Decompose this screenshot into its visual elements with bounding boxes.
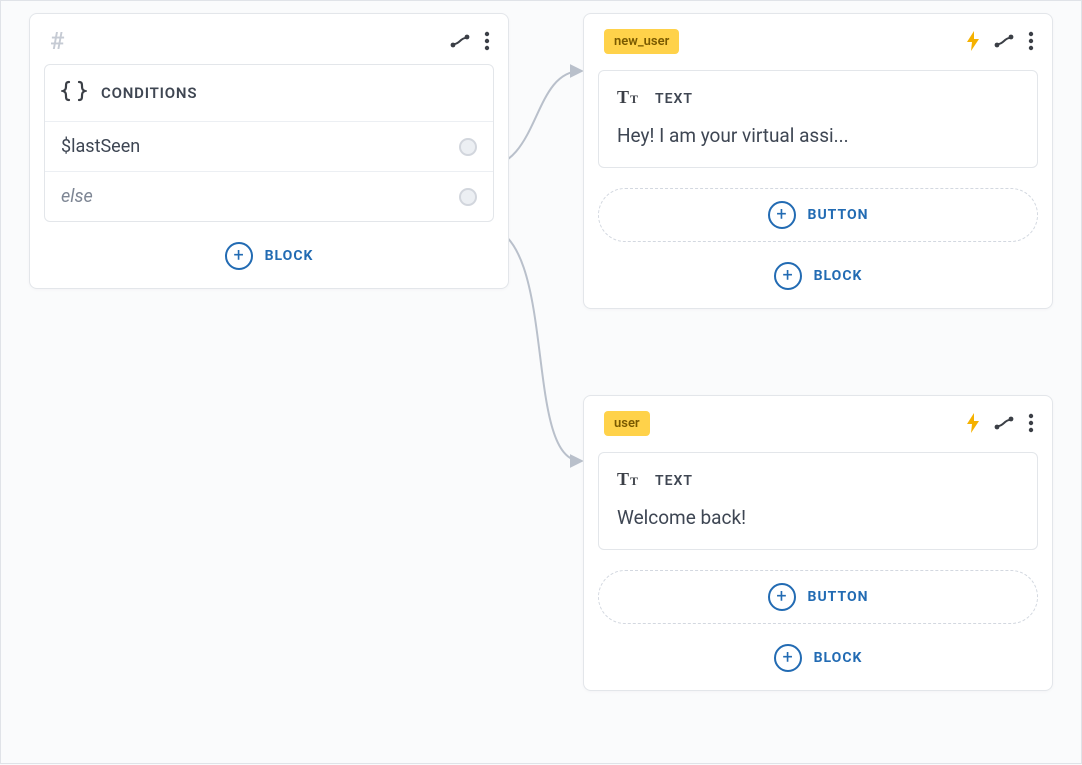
text-block-label: TEXT — [655, 91, 693, 107]
add-block-button[interactable]: + BLOCK — [44, 242, 494, 270]
output-port[interactable] — [459, 138, 477, 156]
text-content: Hey! I am your virtual assi... — [617, 123, 1019, 149]
text-content: Welcome back! — [617, 505, 1019, 531]
bolt-icon[interactable] — [966, 413, 980, 433]
add-button-label: BUTTON — [808, 589, 869, 605]
connector-icon[interactable] — [450, 34, 470, 48]
conditions-header: CONDITIONS — [45, 65, 493, 122]
add-button-button[interactable]: + BUTTON — [598, 570, 1038, 624]
plus-icon: + — [774, 262, 802, 290]
more-menu-icon[interactable] — [484, 31, 490, 51]
text-format-icon: TT — [617, 469, 643, 493]
node-header: user — [598, 412, 1038, 442]
svg-text:T: T — [630, 474, 638, 488]
text-block-header: TT TEXT — [617, 469, 1019, 493]
output-port[interactable] — [459, 188, 477, 206]
add-block-label: BLOCK — [814, 268, 863, 284]
svg-text:T: T — [630, 92, 638, 106]
connector-icon[interactable] — [994, 34, 1014, 48]
svg-text:T: T — [617, 87, 629, 107]
text-block[interactable]: TT TEXT Welcome back! — [598, 452, 1038, 550]
bolt-icon[interactable] — [966, 31, 980, 51]
node-header: new_user — [598, 30, 1038, 60]
hash-icon: # — [50, 27, 64, 55]
add-button-label: BUTTON — [808, 207, 869, 223]
plus-icon: + — [774, 644, 802, 672]
text-block-header: TT TEXT — [617, 87, 1019, 111]
more-menu-icon[interactable] — [1028, 31, 1034, 51]
condition-row-else[interactable]: else — [45, 172, 493, 221]
more-menu-icon[interactable] — [1028, 413, 1034, 433]
conditions-node[interactable]: # CONDITIONS $lastSeen else + BLOCK — [29, 13, 509, 289]
state-tag[interactable]: new_user — [604, 29, 679, 54]
add-block-button[interactable]: + BLOCK — [598, 262, 1038, 290]
condition-text: else — [61, 186, 93, 207]
plus-icon: + — [225, 242, 253, 270]
plus-icon: + — [768, 201, 796, 229]
add-block-label: BLOCK — [265, 248, 314, 264]
add-button-button[interactable]: + BUTTON — [598, 188, 1038, 242]
add-block-label: BLOCK — [814, 650, 863, 666]
condition-text: $lastSeen — [61, 136, 140, 157]
state-node-user[interactable]: user TT TEXT Welcome back! + BUTTON + BL… — [583, 395, 1053, 691]
text-block[interactable]: TT TEXT Hey! I am your virtual assi... — [598, 70, 1038, 168]
braces-icon — [61, 79, 87, 107]
conditions-block[interactable]: CONDITIONS $lastSeen else — [44, 64, 494, 222]
svg-text:T: T — [617, 469, 629, 489]
state-node-new-user[interactable]: new_user TT TEXT Hey! I am your virtual … — [583, 13, 1053, 309]
state-tag[interactable]: user — [604, 411, 650, 436]
add-block-button[interactable]: + BLOCK — [598, 644, 1038, 672]
text-block-label: TEXT — [655, 473, 693, 489]
conditions-label: CONDITIONS — [101, 84, 197, 102]
connector-icon[interactable] — [994, 416, 1014, 430]
plus-icon: + — [768, 583, 796, 611]
condition-row-lastseen[interactable]: $lastSeen — [45, 122, 493, 172]
node-header: # — [44, 30, 494, 60]
text-format-icon: TT — [617, 87, 643, 111]
